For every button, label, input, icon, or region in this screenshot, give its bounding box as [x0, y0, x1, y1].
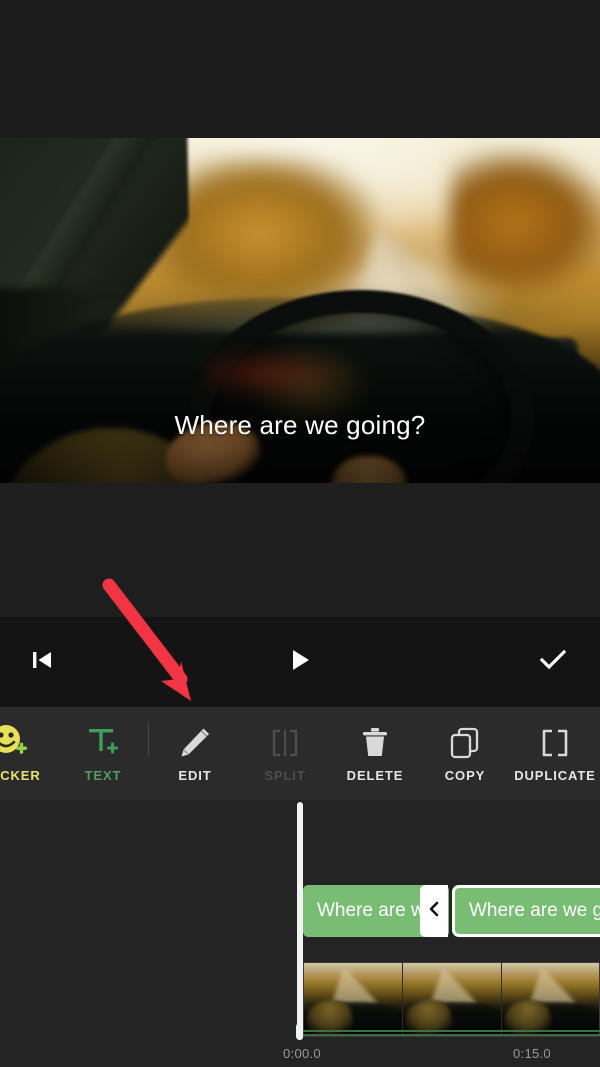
chevron-left-icon	[425, 900, 443, 923]
confirm-done-button[interactable]	[521, 617, 585, 707]
toolbar-item-text[interactable]: TEXT	[58, 708, 148, 801]
text-t-plus-icon	[81, 720, 125, 766]
toolbar-item-label: DELETE	[346, 768, 404, 783]
video-caption-overlay[interactable]: Where are we going?	[0, 410, 600, 441]
scrubber-progress	[300, 1030, 600, 1032]
timeline-panel[interactable]: Where are w Where are we g	[0, 800, 600, 1067]
toolbar-item-label: COPY	[444, 768, 486, 783]
thumbnail-road	[332, 967, 378, 1003]
skip-to-start-button[interactable]	[10, 617, 74, 707]
play-icon	[285, 645, 315, 680]
split-brackets-icon	[265, 720, 305, 766]
toolbar-item-split[interactable]: SPLIT	[240, 708, 330, 801]
toolbar-item-label: EDIT	[178, 768, 212, 783]
thumbnail-image	[502, 963, 599, 1036]
video-thumbnail-track[interactable]	[303, 962, 600, 1037]
toolbar-item-sticker[interactable]: STICKER	[0, 708, 54, 801]
toolbar-item-duplicate[interactable]: DUPLICATE	[510, 708, 600, 801]
clip-trim-handle[interactable]	[420, 885, 448, 937]
video-preview[interactable]: Where are we going?	[0, 138, 600, 483]
timeline-playhead[interactable]	[297, 802, 303, 1040]
video-editor-app: Where are we going? CKER TEXT EDIT SPLIT…	[0, 0, 600, 1067]
video-thumbnail	[502, 963, 599, 1036]
video-thumbnail	[304, 963, 403, 1036]
duplicate-brackets-icon	[535, 720, 575, 766]
toolbar-item-edit[interactable]: EDIT	[150, 708, 240, 801]
toolbar-item-label: TEXT	[84, 768, 122, 783]
checkmark-icon	[536, 643, 570, 682]
trash-icon	[355, 720, 395, 766]
top-letterbox	[0, 0, 600, 138]
video-thumbnail	[403, 963, 502, 1036]
clip-action-toolbar: STICKER TEXT EDIT	[0, 707, 600, 801]
timecode-end: 0:15.0	[513, 1046, 551, 1061]
pencil-icon	[175, 720, 215, 766]
toolbar-item-delete[interactable]: DELETE	[330, 708, 420, 801]
toolbar-item-label: DUPLICATE	[514, 768, 596, 783]
text-clip-label: Where are w	[317, 900, 425, 921]
copy-stacked-icon	[445, 720, 485, 766]
sticker-smiley-plus-icon	[0, 720, 31, 766]
skip-to-start-icon	[27, 645, 57, 680]
text-clip-selected[interactable]: Where are we g	[452, 885, 600, 937]
play-button[interactable]	[268, 617, 332, 707]
toolbar-divider	[148, 722, 149, 756]
thumbnail-image	[304, 963, 402, 1036]
toolbar-item-label: SPLIT	[264, 768, 306, 783]
playback-control-bar	[0, 617, 600, 707]
toolbar-item-copy[interactable]: COPY	[420, 708, 510, 801]
preview-bottom-filler	[0, 483, 600, 617]
thumbnail-road	[431, 967, 477, 1003]
toolbar-item-label: STICKER	[0, 768, 41, 783]
thumbnail-image	[403, 963, 501, 1036]
audio-waveform-line	[303, 1034, 600, 1036]
timecode-start: 0:00.0	[283, 1046, 321, 1061]
text-clip-label: Where are we g	[469, 900, 600, 921]
thumbnail-road	[530, 967, 576, 1003]
